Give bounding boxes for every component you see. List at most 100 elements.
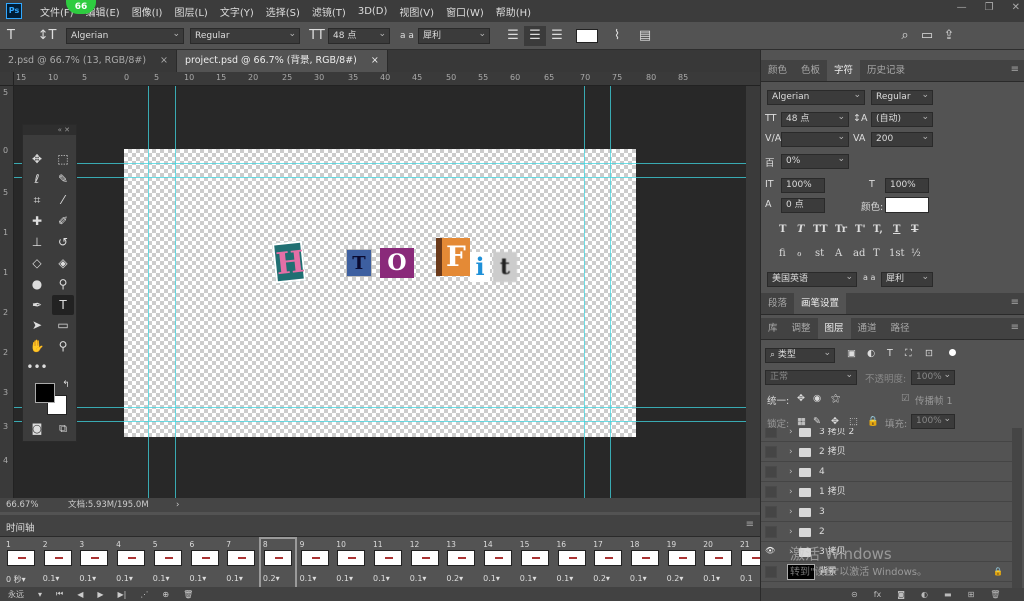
layer-visibility-icon[interactable] bbox=[765, 506, 777, 518]
guide-line[interactable] bbox=[584, 86, 585, 498]
guide-line[interactable] bbox=[14, 177, 746, 178]
brush-tool-icon[interactable]: ✐ bbox=[52, 211, 74, 231]
character-panel-icon[interactable]: ▤ bbox=[634, 26, 656, 46]
timeline-frame[interactable]: 10 0.1▾ bbox=[334, 539, 368, 587]
char-scale-select[interactable]: 0% bbox=[781, 153, 849, 169]
timeline-frame[interactable]: 3 0.1▾ bbox=[77, 539, 111, 587]
expand-group-icon[interactable]: › bbox=[789, 442, 793, 462]
timeline-frame[interactable]: 20 0.1▾ bbox=[701, 539, 735, 587]
foreground-color-swatch[interactable] bbox=[35, 383, 55, 403]
frame-delay-select[interactable]: 0.1▾ bbox=[557, 574, 574, 583]
toolbox-collapse-icon[interactable]: « ✕ bbox=[23, 125, 76, 135]
warp-text-icon[interactable]: ⌇ bbox=[606, 26, 628, 46]
type-tool-preset-icon[interactable]: T bbox=[0, 26, 22, 46]
more-tools-icon[interactable]: ••• bbox=[26, 357, 48, 377]
menu-window[interactable]: 窗口(W) bbox=[440, 4, 490, 19]
layers-scrollbar[interactable] bbox=[1012, 428, 1022, 588]
move-tool-icon[interactable]: ✥ bbox=[26, 149, 48, 169]
next-frame-icon[interactable]: ▶| bbox=[118, 590, 127, 599]
text-orientation-icon[interactable]: ↕T bbox=[36, 26, 58, 46]
tab-paths[interactable]: 路径 bbox=[884, 318, 917, 339]
frame-delay-select[interactable]: 0.1▾ bbox=[373, 574, 390, 583]
frame-delay-select[interactable]: 0.1▾ bbox=[703, 574, 720, 583]
ligature-button[interactable]: fi bbox=[779, 248, 786, 259]
zoom-level[interactable]: 66.67% bbox=[6, 498, 38, 512]
first-frame-icon[interactable]: ⏮ bbox=[56, 589, 63, 599]
tab-color[interactable]: 颜色 bbox=[761, 60, 794, 81]
guide-line[interactable] bbox=[148, 86, 149, 498]
frame-delay-select[interactable]: 0.1▾ bbox=[483, 574, 500, 583]
frame-delay-select[interactable]: 0.1▾ bbox=[300, 574, 317, 583]
panel-menu-icon[interactable]: ≡ bbox=[1011, 297, 1019, 308]
tab-character[interactable]: 字符 bbox=[827, 60, 861, 81]
opacity-input[interactable]: 100% bbox=[911, 369, 955, 385]
frame-delay-select[interactable]: 0.1▾ bbox=[153, 574, 170, 583]
loop-select[interactable]: 永远 bbox=[8, 589, 24, 600]
close-icon[interactable]: × bbox=[160, 55, 168, 66]
blur-tool-icon[interactable]: ● bbox=[26, 274, 48, 294]
antialias-select[interactable]: 犀利 bbox=[418, 27, 490, 44]
play-icon[interactable]: ▶ bbox=[97, 590, 103, 599]
frame-delay-select[interactable]: 0.1▾ bbox=[336, 574, 353, 583]
char-leading-select[interactable]: (自动) bbox=[871, 111, 933, 127]
hand-tool-icon[interactable]: ✋ bbox=[26, 336, 48, 356]
panel-menu-icon[interactable]: ≡ bbox=[1011, 322, 1019, 333]
shape-filter-icon[interactable]: ⛶ bbox=[905, 348, 912, 359]
delete-frame-icon[interactable]: 🗑 bbox=[183, 590, 193, 599]
path-select-tool-icon[interactable]: ➤ bbox=[26, 315, 48, 335]
align-left-icon[interactable]: ☰ bbox=[502, 26, 524, 46]
guide-line[interactable] bbox=[14, 421, 746, 422]
frame-delay-select[interactable]: 0.1▾ bbox=[226, 574, 243, 583]
timeline-frame[interactable]: 15 0.1▾ bbox=[518, 539, 552, 587]
menu-3d[interactable]: 3D(D) bbox=[352, 6, 394, 17]
document-canvas[interactable] bbox=[124, 149, 636, 437]
eraser-tool-icon[interactable]: ◇ bbox=[26, 253, 48, 273]
expand-group-icon[interactable]: › bbox=[789, 462, 793, 482]
char-hscale-input[interactable]: 100% bbox=[885, 178, 929, 193]
expand-group-icon[interactable]: › bbox=[789, 482, 793, 502]
layer-row[interactable]: › 3 拷贝 2 bbox=[761, 428, 1013, 442]
timeline-frame[interactable]: 11 0.1▾ bbox=[371, 539, 405, 587]
layer-visibility-icon[interactable] bbox=[765, 486, 777, 498]
rectangle-tool-icon[interactable]: ▭ bbox=[52, 315, 74, 335]
pen-tool-icon[interactable]: ✒ bbox=[26, 295, 48, 315]
menu-filter[interactable]: 滤镜(T) bbox=[306, 4, 352, 19]
type-tool-icon[interactable]: T bbox=[52, 295, 74, 315]
filter-toggle-icon[interactable] bbox=[949, 349, 956, 356]
layer-visibility-icon[interactable] bbox=[765, 466, 777, 478]
expand-group-icon[interactable]: › bbox=[789, 502, 793, 522]
superscript-button[interactable]: T' bbox=[855, 224, 866, 235]
timeline-frame[interactable]: 16 0.1▾ bbox=[555, 539, 589, 587]
language-select[interactable]: 美国英语 bbox=[767, 271, 857, 287]
frame-delay-select[interactable]: 0.2▾ bbox=[446, 574, 463, 583]
char-font-select[interactable]: Algerian bbox=[767, 89, 865, 105]
layer-visibility-icon[interactable] bbox=[765, 526, 777, 538]
timeline-frame[interactable]: 17 0.2▾ bbox=[591, 539, 625, 587]
layer-visibility-icon[interactable] bbox=[765, 446, 777, 458]
lock-artboard-icon[interactable]: ⬚ bbox=[849, 416, 858, 427]
timeline-frame[interactable]: 14 0.1▾ bbox=[481, 539, 515, 587]
adjustment-filter-icon[interactable]: ◐ bbox=[867, 348, 875, 359]
frame-delay-select[interactable]: 0.1▾ bbox=[410, 574, 427, 583]
frame-delay-select[interactable]: 0.2▾ bbox=[667, 574, 684, 583]
lasso-tool-icon[interactable]: ℓ bbox=[26, 169, 48, 189]
layer-visibility-icon[interactable] bbox=[765, 428, 777, 438]
tab-history[interactable]: 历史记录 bbox=[860, 60, 912, 81]
quick-select-tool-icon[interactable]: ✎ bbox=[52, 169, 74, 189]
char-tracking-select[interactable]: 200 bbox=[871, 131, 933, 147]
adjustment-layer-icon[interactable]: ◐ bbox=[921, 588, 928, 601]
menu-type[interactable]: 文字(Y) bbox=[214, 4, 260, 19]
new-layer-icon[interactable]: ⊞ bbox=[968, 588, 975, 601]
timeline-frame[interactable]: 18 0.1▾ bbox=[628, 539, 662, 587]
timeline-title[interactable]: 时间轴 bbox=[6, 520, 35, 534]
crop-tool-icon[interactable]: ⌗ bbox=[26, 190, 48, 210]
layer-visibility-icon[interactable] bbox=[765, 566, 777, 578]
tab-channels[interactable]: 通道 bbox=[851, 318, 884, 339]
search-icon[interactable]: ⌕ bbox=[894, 26, 916, 46]
guide-line[interactable] bbox=[175, 86, 176, 498]
timeline-frame[interactable]: 9 0.1▾ bbox=[298, 539, 332, 587]
tween-icon[interactable]: ⋰ bbox=[140, 590, 148, 599]
chevron-down-icon[interactable]: ▾ bbox=[38, 590, 42, 599]
prev-frame-icon[interactable]: ◀ bbox=[77, 590, 83, 599]
char-style-select[interactable]: Regular bbox=[871, 89, 933, 105]
